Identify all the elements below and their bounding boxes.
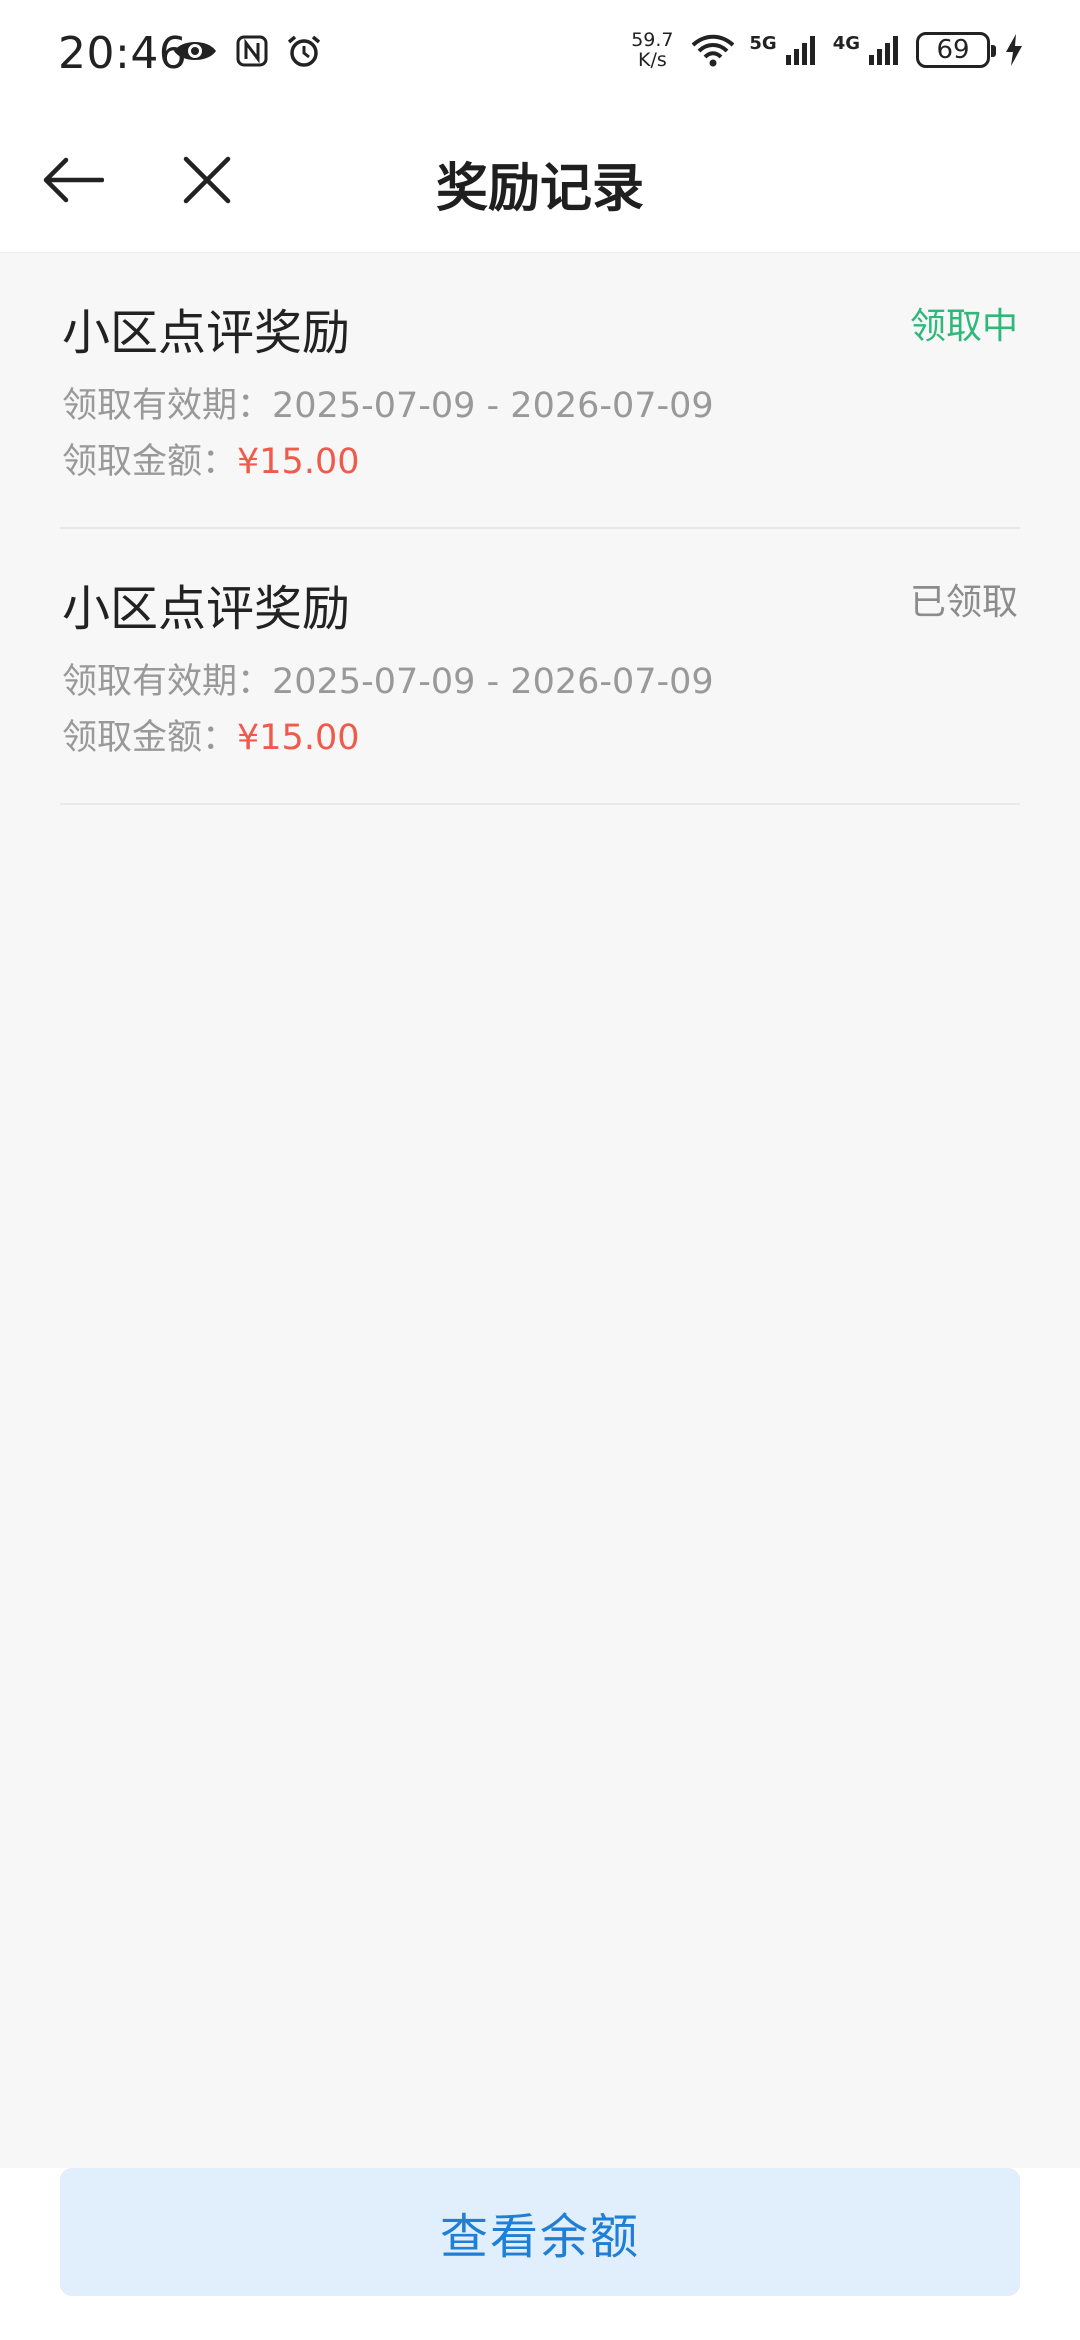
status-left-icons bbox=[172, 34, 322, 68]
status-time: 20:46 bbox=[58, 28, 188, 79]
signal-icon bbox=[869, 36, 898, 65]
alarm-icon bbox=[287, 35, 321, 67]
status-bar: 20:46 59.7 K/s 5G 4G 69 bbox=[0, 0, 1080, 110]
battery-level: 69 bbox=[936, 35, 970, 65]
eye-icon bbox=[174, 42, 216, 60]
reward-amount-value: ¥15.00 bbox=[237, 442, 360, 482]
net-speed: 59.7 K/s bbox=[627, 30, 677, 70]
nfc-icon bbox=[236, 35, 268, 67]
reward-status: 领取中 bbox=[909, 306, 1018, 347]
reward-title: 小区点评奖励 bbox=[62, 581, 351, 637]
reward-list: 小区点评奖励 领取中 领取有效期：2025-07-09 - 2026-07-09… bbox=[0, 253, 1080, 805]
signal-icon bbox=[785, 36, 815, 65]
status-right-icons: 59.7 K/s 5G 4G 69 bbox=[627, 30, 1024, 70]
signal-2-label: 4G bbox=[832, 32, 860, 54]
reward-period-label: 领取有效期： bbox=[62, 662, 273, 702]
reward-period: 领取有效期：2025-07-09 - 2026-07-09 bbox=[62, 653, 714, 704]
reward-period-value: 2025-07-09 - 2026-07-09 bbox=[272, 386, 714, 426]
charging-icon bbox=[1006, 34, 1022, 66]
reward-amount-value: ¥15.00 bbox=[237, 718, 360, 758]
header: 奖励记录 bbox=[0, 110, 1080, 253]
reward-amount-label: 领取金额： bbox=[62, 718, 238, 758]
view-balance-button[interactable]: 查看余额 bbox=[60, 2168, 1020, 2296]
reward-period-value: 2025-07-09 - 2026-07-09 bbox=[272, 662, 714, 702]
reward-status: 已领取 bbox=[909, 582, 1018, 623]
reward-amount-label: 领取金额： bbox=[62, 442, 238, 482]
reward-period-label: 领取有效期： bbox=[62, 386, 273, 426]
reward-item[interactable]: 小区点评奖励 已领取 领取有效期：2025-07-09 - 2026-07-09… bbox=[60, 529, 1020, 805]
net-speed-unit: K/s bbox=[637, 49, 667, 71]
reward-period: 领取有效期：2025-07-09 - 2026-07-09 bbox=[62, 377, 714, 428]
reward-item[interactable]: 小区点评奖励 领取中 领取有效期：2025-07-09 - 2026-07-09… bbox=[60, 253, 1020, 529]
signal-1-label: 5G bbox=[749, 32, 777, 54]
reward-title: 小区点评奖励 bbox=[62, 305, 351, 361]
reward-amount: 领取金额：¥15.00 bbox=[62, 709, 359, 760]
battery-icon: 69 bbox=[916, 32, 996, 68]
page-title: 奖励记录 bbox=[435, 159, 644, 219]
bottom-bar: 查看余额 bbox=[0, 2168, 1080, 2340]
wifi-icon bbox=[692, 34, 735, 67]
net-speed-value: 59.7 bbox=[631, 29, 674, 51]
reward-amount: 领取金额：¥15.00 bbox=[62, 433, 359, 484]
